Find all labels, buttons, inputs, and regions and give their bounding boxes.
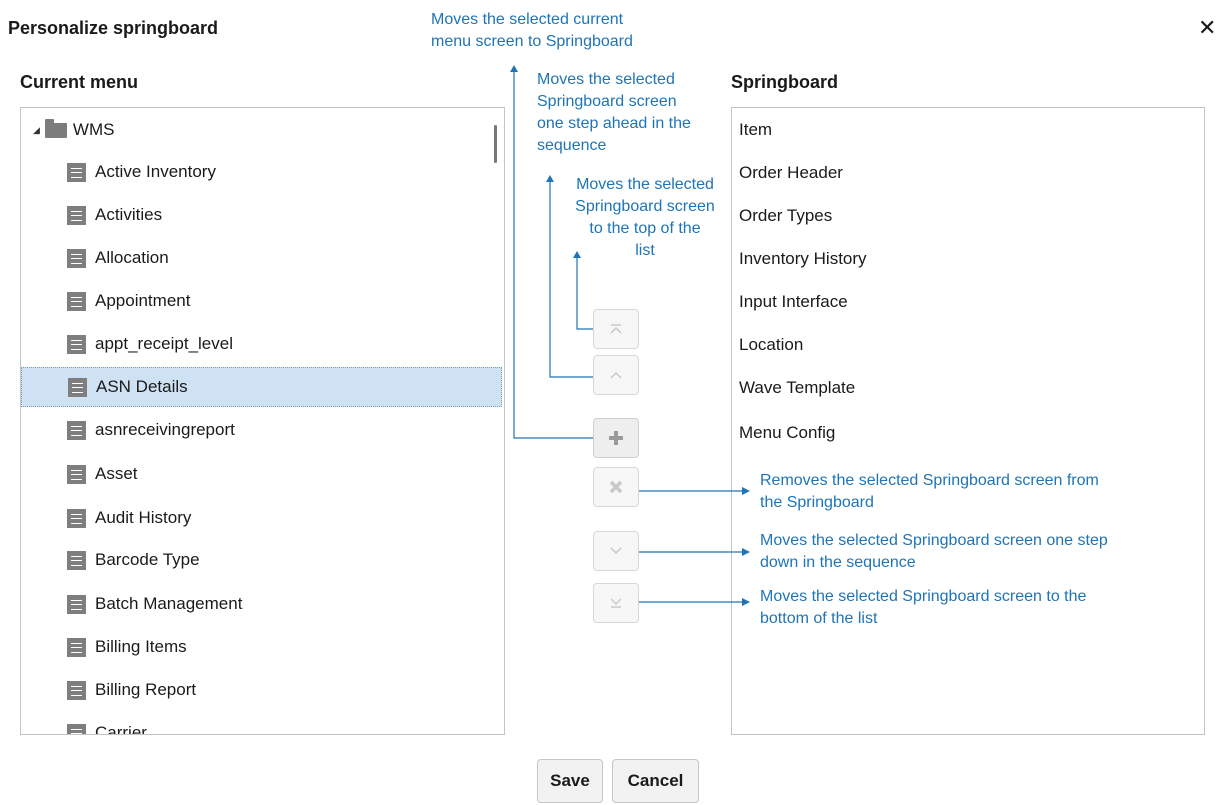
annotation-move-top: Moves the selected Springboard screen to…	[560, 174, 730, 262]
annotation-move-bottom: Moves the selected Springboard screen to…	[760, 586, 1086, 630]
annotation-line: Springboard screen	[575, 198, 715, 215]
annotation-line: to the top of the	[589, 220, 701, 237]
annotation-move-up: Moves the selected Springboard screen on…	[537, 69, 691, 157]
annotation-line: menu screen to Springboard	[431, 33, 633, 50]
annotation-line: down in the sequence	[760, 554, 916, 571]
annotation-line: Removes the selected Springboard screen …	[760, 472, 1099, 489]
save-button[interactable]: Save	[537, 759, 603, 803]
annotation-add: Moves the selected current menu screen t…	[431, 9, 633, 53]
annotation-line: Moves the selected	[576, 176, 714, 193]
annotation-line: the Springboard	[760, 494, 874, 511]
cancel-button[interactable]: Cancel	[612, 759, 699, 803]
annotation-line: Moves the selected Springboard screen to…	[760, 588, 1087, 605]
annotation-line: sequence	[537, 137, 607, 154]
annotation-line: Springboard screen	[537, 93, 677, 110]
annotation-line: Moves the selected	[537, 71, 675, 88]
annotation-remove: Removes the selected Springboard screen …	[760, 470, 1099, 514]
annotation-move-down: Moves the selected Springboard screen on…	[760, 530, 1108, 574]
annotation-line: one step ahead in the	[537, 115, 691, 132]
annotation-line: Moves the selected current	[431, 11, 624, 28]
annotation-line: bottom of the list	[760, 610, 878, 627]
annotation-line: Moves the selected Springboard screen on…	[760, 532, 1108, 549]
annotation-line: list	[635, 242, 655, 259]
